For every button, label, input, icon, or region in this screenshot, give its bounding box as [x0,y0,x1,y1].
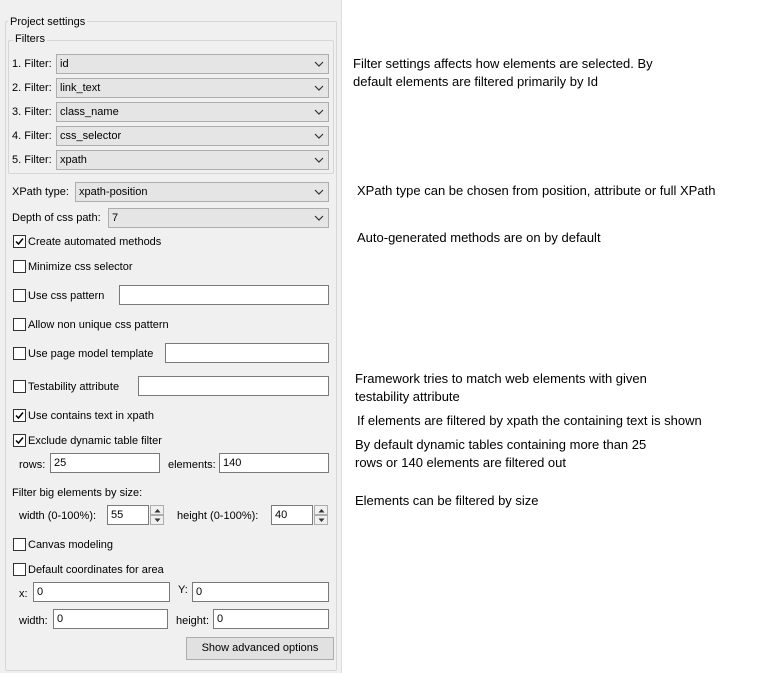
height-spin-down-button[interactable] [314,515,328,525]
use-contains-text-xpath-label: Use contains text in xpath [28,410,154,422]
width-spinner-input[interactable]: 55 [107,505,149,525]
checkmark-icon [15,412,24,420]
coord-y-label: Y: [178,584,188,596]
use-page-model-template-checkbox[interactable] [13,347,26,360]
dynamic-tables-note-line-1: By default dynamic tables containing mor… [355,437,647,452]
canvas-modeling-checkbox[interactable] [13,538,26,551]
testability-attribute-checkbox[interactable] [13,380,26,393]
filter-4-value: css_selector [60,130,122,142]
filter-big-elements-label: Filter big elements by size: [12,487,143,499]
rows-input[interactable]: 25 [50,453,160,473]
page-model-template-input[interactable] [165,343,329,363]
spin-down-icon [318,518,325,522]
elements-label: elements: [168,459,216,471]
xpath-type-select[interactable]: xpath-position [75,182,329,202]
minimize-css-selector-label: Minimize css selector [28,261,133,273]
coord-y-input[interactable]: 0 [192,582,329,602]
width-spin-up-button[interactable] [150,505,164,515]
size-note: Elements can be filtered by size [355,493,539,508]
filter-3-select[interactable]: class_name [56,102,329,122]
use-contains-text-xpath-checkbox[interactable] [13,409,26,422]
minimize-css-selector-checkbox[interactable] [13,260,26,273]
height-label: height (0-100%): [177,510,259,522]
use-page-model-template-label: Use page model template [28,348,154,360]
filter-2-select[interactable]: link_text [56,78,329,98]
coord-height-input[interactable]: 0 [213,609,329,629]
allow-non-unique-css-pattern-label: Allow non unique css pattern [28,319,169,331]
filter-4-select[interactable]: css_selector [56,126,329,146]
canvas-modeling-label: Canvas modeling [28,539,113,551]
spin-down-icon [154,518,161,522]
depth-css-path-label: Depth of css path: [12,212,101,224]
height-spinner[interactable] [314,505,328,525]
chevron-down-icon [314,189,324,195]
filter-5-label: 5. Filter: [12,154,52,166]
checkmark-icon [15,238,24,246]
chevron-down-icon [314,85,324,91]
width-spinner[interactable] [150,505,164,525]
exclude-dynamic-table-filter-label: Exclude dynamic table filter [28,435,162,447]
filter-1-value: id [60,58,69,70]
height-spinner-input[interactable]: 40 [271,505,313,525]
height-spin-up-button[interactable] [314,505,328,515]
default-coordinates-label: Default coordinates for area [28,564,164,576]
filter-3-value: class_name [60,106,119,118]
xpath-type-note: XPath type can be chosen from position, … [357,183,716,198]
xpath-type-label: XPath type: [12,186,69,198]
width-label: width (0-100%): [19,510,97,522]
exclude-dynamic-table-filter-checkbox[interactable] [13,434,26,447]
filters-note-line-2: default elements are filtered primarily … [353,74,598,89]
use-css-pattern-checkbox[interactable] [13,289,26,302]
project-settings-panel: Project settings Filters 1. Filter: id 2… [0,0,342,673]
testability-note-line-1: Framework tries to match web elements wi… [355,371,647,386]
testability-attribute-input[interactable] [138,376,329,396]
allow-non-unique-css-pattern-checkbox[interactable] [13,318,26,331]
coord-width-label: width: [19,615,48,627]
chevron-down-icon [314,61,324,67]
auto-methods-note: Auto-generated methods are on by default [357,230,601,245]
filter-5-select[interactable]: xpath [56,150,329,170]
filter-3-label: 3. Filter: [12,106,52,118]
chevron-down-icon [314,133,324,139]
filters-title: Filters [13,33,47,46]
coord-width-input[interactable]: 0 [53,609,168,629]
xpath-type-value: xpath-position [79,186,148,198]
depth-css-path-value: 7 [112,212,119,224]
dynamic-tables-note-line-2: rows or 140 elements are filtered out [355,455,566,470]
create-automated-methods-label: Create automated methods [28,236,162,248]
testability-note-line-2: testability attribute [355,389,460,404]
filter-5-value: xpath [60,154,87,166]
contains-text-note: If elements are filtered by xpath the co… [357,413,702,428]
project-settings-title: Project settings [8,16,88,29]
rows-label: rows: [19,459,46,471]
depth-css-path-select[interactable]: 7 [108,208,329,228]
create-automated-methods-checkbox[interactable] [13,235,26,248]
spin-up-icon [154,509,161,513]
default-coordinates-checkbox[interactable] [13,563,26,576]
filter-1-label: 1. Filter: [12,58,52,70]
chevron-down-icon [314,109,324,115]
elements-input[interactable]: 140 [219,453,329,473]
coord-height-label: height: [176,615,210,627]
filter-1-select[interactable]: id [56,54,329,74]
width-spin-down-button[interactable] [150,515,164,525]
filter-4-label: 4. Filter: [12,130,52,142]
coord-x-input[interactable]: 0 [33,582,170,602]
checkmark-icon [15,437,24,445]
chevron-down-icon [314,157,324,163]
css-pattern-input[interactable] [119,285,329,305]
coord-x-label: x: [19,588,28,600]
chevron-down-icon [314,215,324,221]
testability-attribute-label: Testability attribute [28,381,120,393]
show-advanced-options-button[interactable]: Show advanced options [186,637,334,660]
filter-2-value: link_text [60,82,101,94]
filter-2-label: 2. Filter: [12,82,52,94]
spin-up-icon [318,509,325,513]
use-css-pattern-label: Use css pattern [28,290,105,302]
filters-note-line-1: Filter settings affects how elements are… [353,56,653,71]
